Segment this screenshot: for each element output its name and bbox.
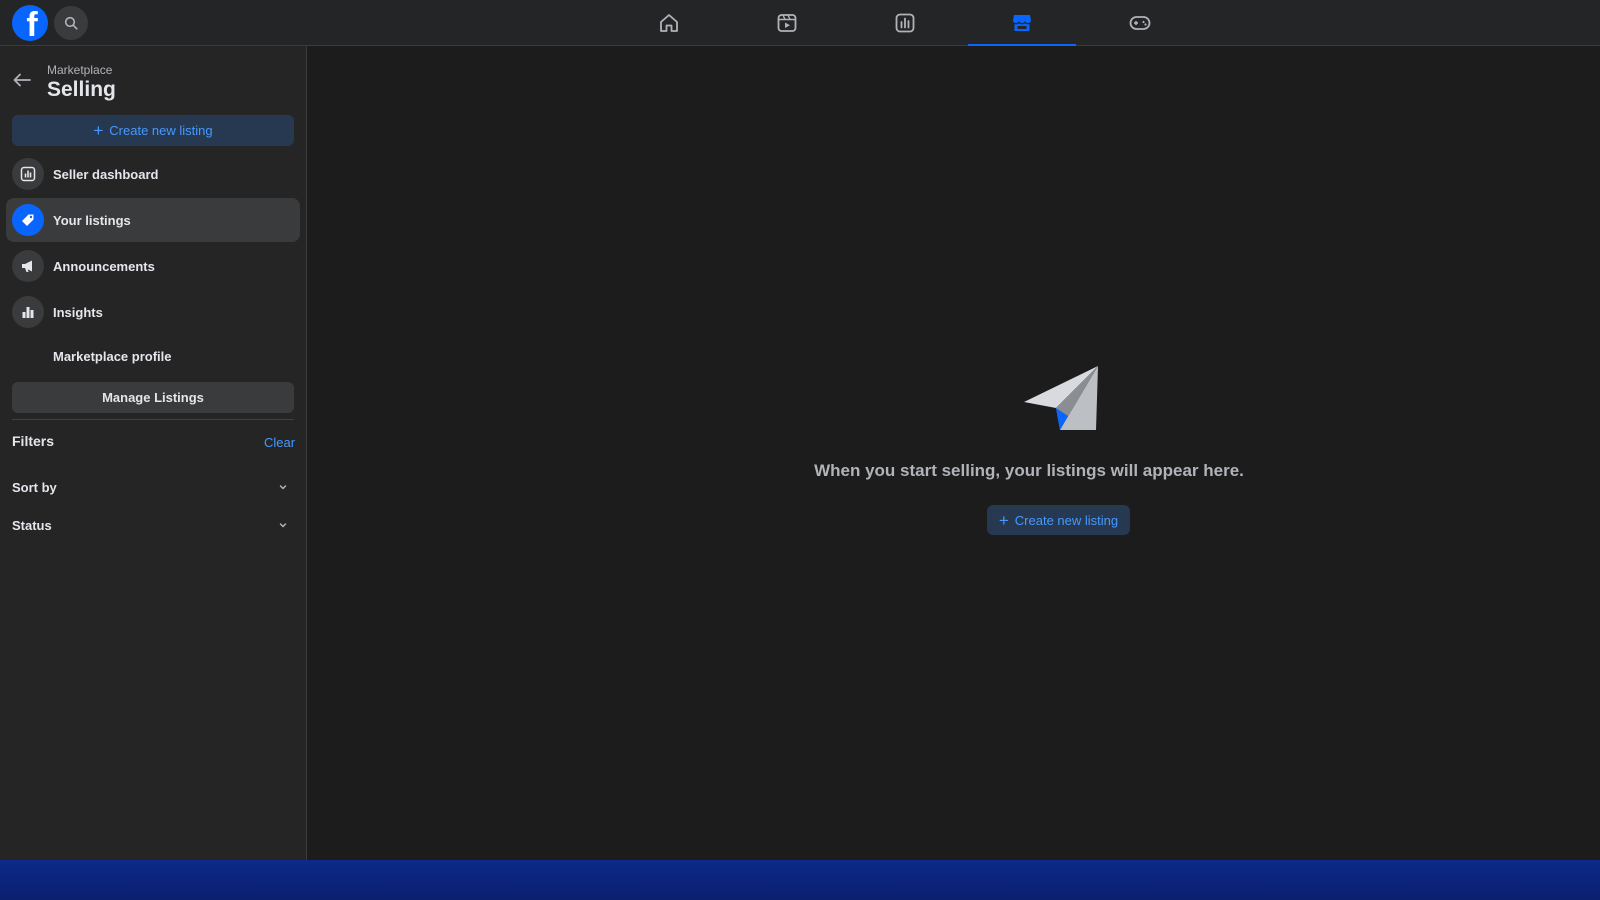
sidebar-item-seller-dashboard[interactable]: Seller dashboard: [6, 152, 300, 196]
tag-icon: [12, 204, 44, 236]
sidebar-item-label: Announcements: [53, 258, 155, 274]
create-new-listing-label: Create new listing: [1014, 512, 1119, 528]
filter-status[interactable]: Status: [12, 514, 288, 536]
breadcrumb[interactable]: Marketplace: [47, 63, 112, 77]
feeds-icon: [895, 13, 915, 33]
megaphone-icon: [12, 250, 44, 282]
chevron-down-icon: [279, 523, 287, 528]
filter-sort-by[interactable]: Sort by: [12, 476, 288, 498]
facebook-logo-icon[interactable]: f: [12, 5, 48, 41]
filter-label: Status: [12, 517, 52, 533]
sidebar-item-label: Your listings: [53, 212, 131, 228]
sidebar-item-label: Marketplace profile: [53, 348, 172, 364]
plus-icon: +: [93, 121, 104, 140]
create-new-listing-button[interactable]: + Create new listing: [12, 115, 294, 146]
sidebar-item-your-listings[interactable]: Your listings: [6, 198, 300, 242]
sidebar: Marketplace Selling + Create new listing…: [0, 46, 307, 860]
filter-label: Sort by: [12, 479, 57, 495]
back-arrow-icon[interactable]: [12, 72, 32, 88]
clear-filters-link[interactable]: Clear: [264, 435, 295, 450]
chevron-down-icon: [279, 485, 287, 490]
create-new-listing-button[interactable]: + Create new listing: [987, 505, 1130, 535]
sidebar-item-announcements[interactable]: Announcements: [6, 244, 300, 288]
tab-video[interactable]: [733, 0, 841, 46]
gaming-icon: [1129, 16, 1151, 30]
sidebar-item-insights[interactable]: Insights: [6, 290, 300, 334]
bottom-strip: [0, 860, 1600, 900]
top-navigation-bar: f: [0, 0, 1600, 47]
tab-gaming[interactable]: [1086, 0, 1194, 46]
tab-home[interactable]: [615, 0, 723, 46]
filters-heading: Filters: [12, 433, 55, 449]
tab-feeds[interactable]: [851, 0, 959, 46]
plus-icon: +: [998, 510, 1009, 530]
manage-listings-button[interactable]: Manage Listings: [12, 382, 294, 413]
home-icon: [660, 14, 678, 32]
search-button[interactable]: [54, 6, 88, 40]
sidebar-item-label: Insights: [53, 304, 103, 320]
sidebar-item-label: Seller dashboard: [53, 166, 159, 182]
search-icon: [64, 16, 78, 30]
page-title: Selling: [47, 78, 116, 101]
create-new-listing-label: Create new listing: [109, 123, 213, 138]
bar-chart-icon: [12, 296, 44, 328]
video-icon: [777, 14, 797, 32]
empty-state-message: When you start selling, your listings wi…: [814, 461, 1244, 480]
marketplace-icon: [1013, 15, 1031, 31]
divider: [12, 419, 294, 420]
paper-plane-icon: [1024, 366, 1098, 430]
tab-marketplace[interactable]: [968, 0, 1076, 47]
dashboard-icon: [12, 158, 44, 190]
facebook-logo-letter: f: [26, 6, 38, 41]
main-content: When you start selling, your listings wi…: [308, 46, 1600, 860]
sidebar-item-marketplace-profile[interactable]: Marketplace profile: [6, 334, 300, 378]
